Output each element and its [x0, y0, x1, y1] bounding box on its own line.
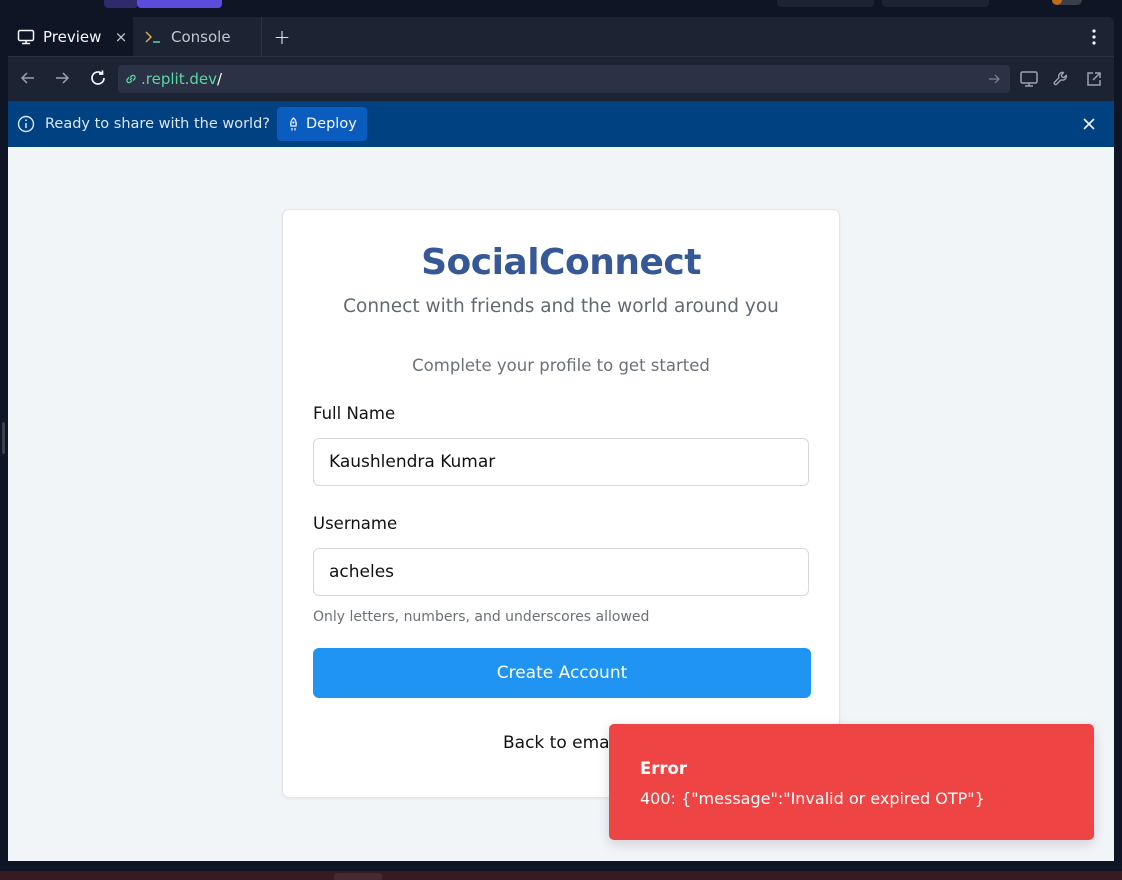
tab-preview[interactable]: Preview × [8, 17, 133, 56]
app-preview: SocialConnect Connect with friends and t… [8, 147, 1114, 861]
resize-handle[interactable] [2, 422, 5, 454]
full-name-input[interactable]: Kaushlendra Kumar [313, 438, 809, 486]
url-field[interactable]: .replit.dev / [118, 65, 1010, 93]
tab-console-label: Console [171, 27, 231, 46]
info-icon [17, 115, 35, 133]
create-account-button[interactable]: Create Account [313, 648, 811, 698]
app-brand: SocialConnect [421, 242, 701, 283]
wrench-icon[interactable] [1048, 66, 1074, 92]
username-hint: Only letters, numbers, and underscores a… [313, 609, 650, 625]
url-path: / [216, 70, 223, 88]
top-tab-a[interactable] [104, 0, 138, 8]
top-control-a[interactable] [777, 0, 874, 7]
tab-bar: Preview × Console + [8, 17, 1114, 57]
preview-window: Preview × Console + .replit.dev / Ready … [8, 17, 1114, 861]
full-name-label: Full Name [313, 404, 396, 423]
address-bar: .replit.dev / [8, 57, 1114, 101]
top-tab-b[interactable] [137, 0, 222, 8]
reload-icon[interactable] [85, 65, 111, 91]
os-top-strip [0, 0, 1122, 17]
deploy-button[interactable]: Deploy [277, 107, 367, 141]
go-arrow-icon[interactable] [982, 67, 1006, 91]
url-host: .replit.dev [141, 70, 217, 88]
tab-console[interactable]: Console [134, 17, 262, 56]
tab-preview-label: Preview [43, 27, 102, 46]
bottom-handle[interactable] [334, 873, 382, 880]
bottom-bar [0, 871, 1122, 880]
top-control-b[interactable] [882, 0, 989, 7]
terminal-icon [144, 29, 162, 45]
form-subtitle: Complete your profile to get started [412, 356, 710, 375]
back-arrow-icon[interactable] [15, 65, 41, 91]
username-label: Username [313, 514, 398, 533]
toast-message: 400: {"message":"Invalid or expired OTP"… [640, 789, 985, 808]
deploy-label: Deploy [306, 116, 357, 132]
more-options-icon[interactable] [1084, 17, 1104, 56]
error-toast[interactable]: Error 400: {"message":"Invalid or expire… [609, 724, 1094, 840]
link-icon [124, 72, 138, 86]
close-icon[interactable]: × [109, 17, 133, 56]
banner-text: Ready to share with the world? [45, 116, 270, 132]
new-tab-button[interactable]: + [270, 17, 294, 56]
monitor-icon [17, 29, 35, 45]
open-in-new-tab-icon[interactable] [1081, 66, 1107, 92]
os-bottom-strip [0, 861, 1122, 880]
devices-icon[interactable] [1016, 66, 1042, 92]
close-icon[interactable] [1078, 113, 1100, 135]
toast-title: Error [640, 759, 688, 778]
rocket-icon [287, 116, 300, 132]
app-tagline: Connect with friends and the world aroun… [343, 296, 779, 317]
deploy-banner: Ready to share with the world? Deploy [8, 101, 1114, 147]
username-input[interactable]: acheles [313, 548, 809, 596]
signup-card: SocialConnect Connect with friends and t… [282, 209, 840, 798]
forward-arrow-icon[interactable] [49, 65, 75, 91]
